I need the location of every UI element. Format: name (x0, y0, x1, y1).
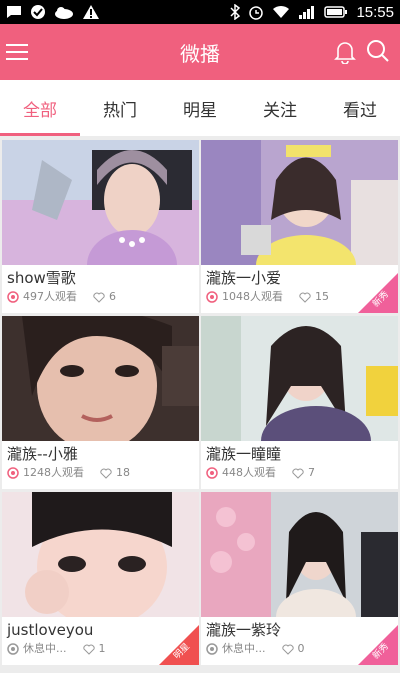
bluetooth-icon (230, 4, 241, 20)
like-count: 18 (116, 466, 130, 479)
heart-icon (100, 468, 112, 479)
status-right-icons: 15:55 (230, 4, 394, 21)
stream-info: show雪歌 497人观看 6 (2, 265, 199, 313)
stream-info: 瀧族一紫玲 休息中... 0 新秀 (201, 617, 398, 665)
streamer-name: show雪歌 (7, 269, 76, 287)
sms-notification-icon (7, 6, 21, 18)
tab-watched[interactable]: 看过 (320, 80, 400, 136)
verified-icon (31, 5, 45, 19)
weather-icon (55, 7, 73, 19)
stream-thumbnail[interactable] (2, 492, 199, 617)
viewer-count: 休息中... (222, 642, 266, 655)
stream-card[interactable]: 瀧族--小雅 1248人观看 18 (2, 316, 199, 489)
stream-info: 瀧族一小爱 1048人观看 15 新秀 (201, 265, 398, 313)
stream-info: 瀧族一瞳瞳 448人观看 7 (201, 441, 398, 489)
eye-icon (206, 643, 218, 655)
viewer-count: 497人观看 (23, 290, 77, 303)
stream-card[interactable]: show雪歌 497人观看 6 (2, 140, 199, 313)
heart-icon (292, 468, 304, 479)
stream-card[interactable]: 瀧族一小爱 1048人观看 15 新秀 (201, 140, 398, 313)
like-count: 15 (315, 290, 329, 303)
stream-thumbnail[interactable] (201, 492, 398, 617)
signal-icon (299, 6, 315, 19)
tab-stars[interactable]: 明星 (160, 80, 240, 136)
page-title: 微播 (180, 41, 220, 66)
viewer-count: 1248人观看 (23, 466, 84, 479)
search-icon[interactable] (366, 39, 390, 63)
stream-stats: 448人观看 7 (206, 465, 393, 481)
status-bar: 15:55 (0, 0, 400, 24)
like-count: 1 (98, 642, 106, 655)
tab-following[interactable]: 关注 (240, 80, 320, 136)
bell-icon[interactable] (334, 40, 356, 64)
streamer-name: 瀧族一瞳瞳 (206, 445, 282, 463)
stream-info: 瀧族--小雅 1248人观看 18 (2, 441, 199, 489)
eye-icon (206, 291, 218, 303)
wifi-icon (273, 5, 290, 18)
stream-info: justloveyou 休息中... 1 明星 (2, 617, 199, 665)
status-left-icons (6, 4, 100, 20)
like-count: 7 (308, 466, 315, 479)
status-badge: 新秀 (358, 273, 398, 313)
viewer-count: 448人观看 (222, 466, 276, 479)
battery-icon (324, 6, 348, 18)
alarm-icon (249, 6, 264, 20)
stream-card[interactable]: 瀧族一紫玲 休息中... 0 新秀 (201, 492, 398, 665)
viewer-count: 1048人观看 (222, 290, 283, 303)
tab-hot[interactable]: 热门 (80, 80, 160, 136)
tab-all[interactable]: 全部 (0, 80, 80, 136)
heart-icon (82, 644, 95, 655)
status-time: 15:55 (356, 3, 394, 21)
stream-thumbnail[interactable] (2, 316, 199, 441)
eye-icon (7, 291, 19, 303)
stream-stats: 1248人观看 18 (7, 465, 194, 481)
eye-icon (206, 467, 218, 479)
status-badge: 明星 (159, 625, 199, 665)
stream-card[interactable]: justloveyou 休息中... 1 明星 (2, 492, 199, 665)
stream-thumbnail[interactable] (201, 316, 398, 441)
like-count: 0 (297, 642, 305, 655)
like-count: 6 (109, 290, 116, 303)
stream-card[interactable]: 瀧族一瞳瞳 448人观看 7 (201, 316, 398, 489)
streamer-name: 瀧族--小雅 (7, 445, 78, 463)
eye-icon (7, 643, 19, 655)
heart-icon (93, 292, 105, 303)
app-header: 微播 (0, 24, 400, 80)
viewer-count: 休息中... (23, 642, 67, 655)
menu-icon[interactable] (6, 42, 30, 62)
stream-thumbnail[interactable] (201, 140, 398, 265)
category-tabs: 全部 热门 明星 关注 看过 (0, 80, 400, 136)
status-badge: 新秀 (358, 625, 398, 665)
heart-icon (299, 292, 311, 303)
stream-thumbnail[interactable] (2, 140, 199, 265)
heart-icon (281, 644, 294, 655)
stream-stats: 497人观看 6 (7, 289, 194, 305)
eye-icon (7, 467, 19, 479)
warning-icon (83, 5, 99, 19)
